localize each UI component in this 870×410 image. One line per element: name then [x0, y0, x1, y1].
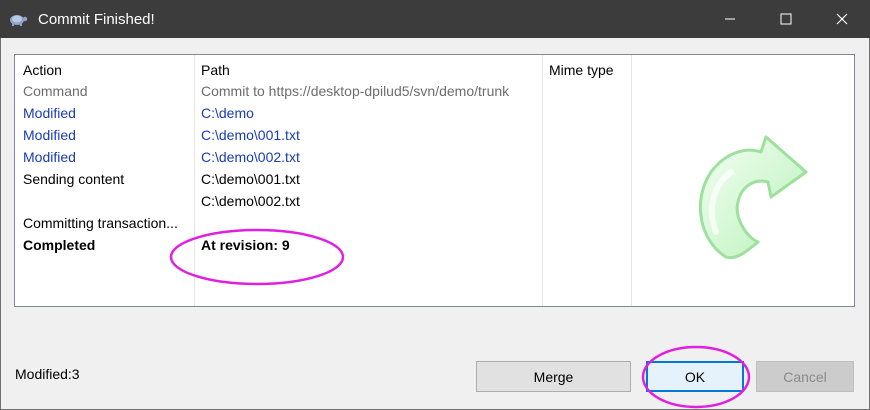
minimize-button[interactable]	[702, 0, 758, 38]
action-cell: Modified	[23, 127, 76, 143]
path-cell: C:\demo\001.txt	[201, 127, 300, 143]
action-cell: Command	[23, 83, 88, 99]
column-header-action[interactable]: Action	[23, 60, 62, 80]
path-cell: C:\demo\001.txt	[201, 171, 300, 187]
action-cell	[23, 190, 193, 212]
minimize-icon	[725, 18, 735, 20]
commit-arrow-icon	[698, 135, 808, 260]
path-cell: C:\demo\002.txt	[201, 149, 300, 165]
merge-button[interactable]: Merge	[476, 361, 631, 392]
close-button[interactable]	[814, 0, 870, 38]
maximize-icon	[780, 13, 792, 25]
action-cell: Sending content	[23, 171, 125, 187]
path-cell: Commit to https://desktop-dpilud5/svn/de…	[201, 83, 510, 99]
path-cell	[201, 212, 541, 234]
action-cell: Modified	[23, 149, 76, 165]
action-cell: Completed	[23, 237, 96, 253]
ok-button[interactable]: OK	[646, 361, 744, 392]
close-icon	[836, 13, 848, 25]
window-title: Commit Finished!	[38, 10, 155, 28]
modified-count-label: Modified:3	[15, 366, 80, 382]
column-header-path[interactable]: Path	[201, 60, 230, 80]
title-bar: Commit Finished!	[0, 0, 870, 38]
tortoise-icon	[8, 0, 34, 38]
path-cell: C:\demo\002.txt	[201, 193, 300, 209]
maximize-button[interactable]	[758, 0, 814, 38]
path-cell: At revision: 9	[201, 237, 290, 253]
cancel-button[interactable]: Cancel	[756, 361, 854, 392]
action-cell: Modified	[23, 105, 76, 121]
column-header-mime-type[interactable]: Mime type	[549, 60, 614, 80]
path-cell: C:\demo	[201, 105, 254, 121]
action-cell: Committing transaction...	[23, 215, 178, 231]
